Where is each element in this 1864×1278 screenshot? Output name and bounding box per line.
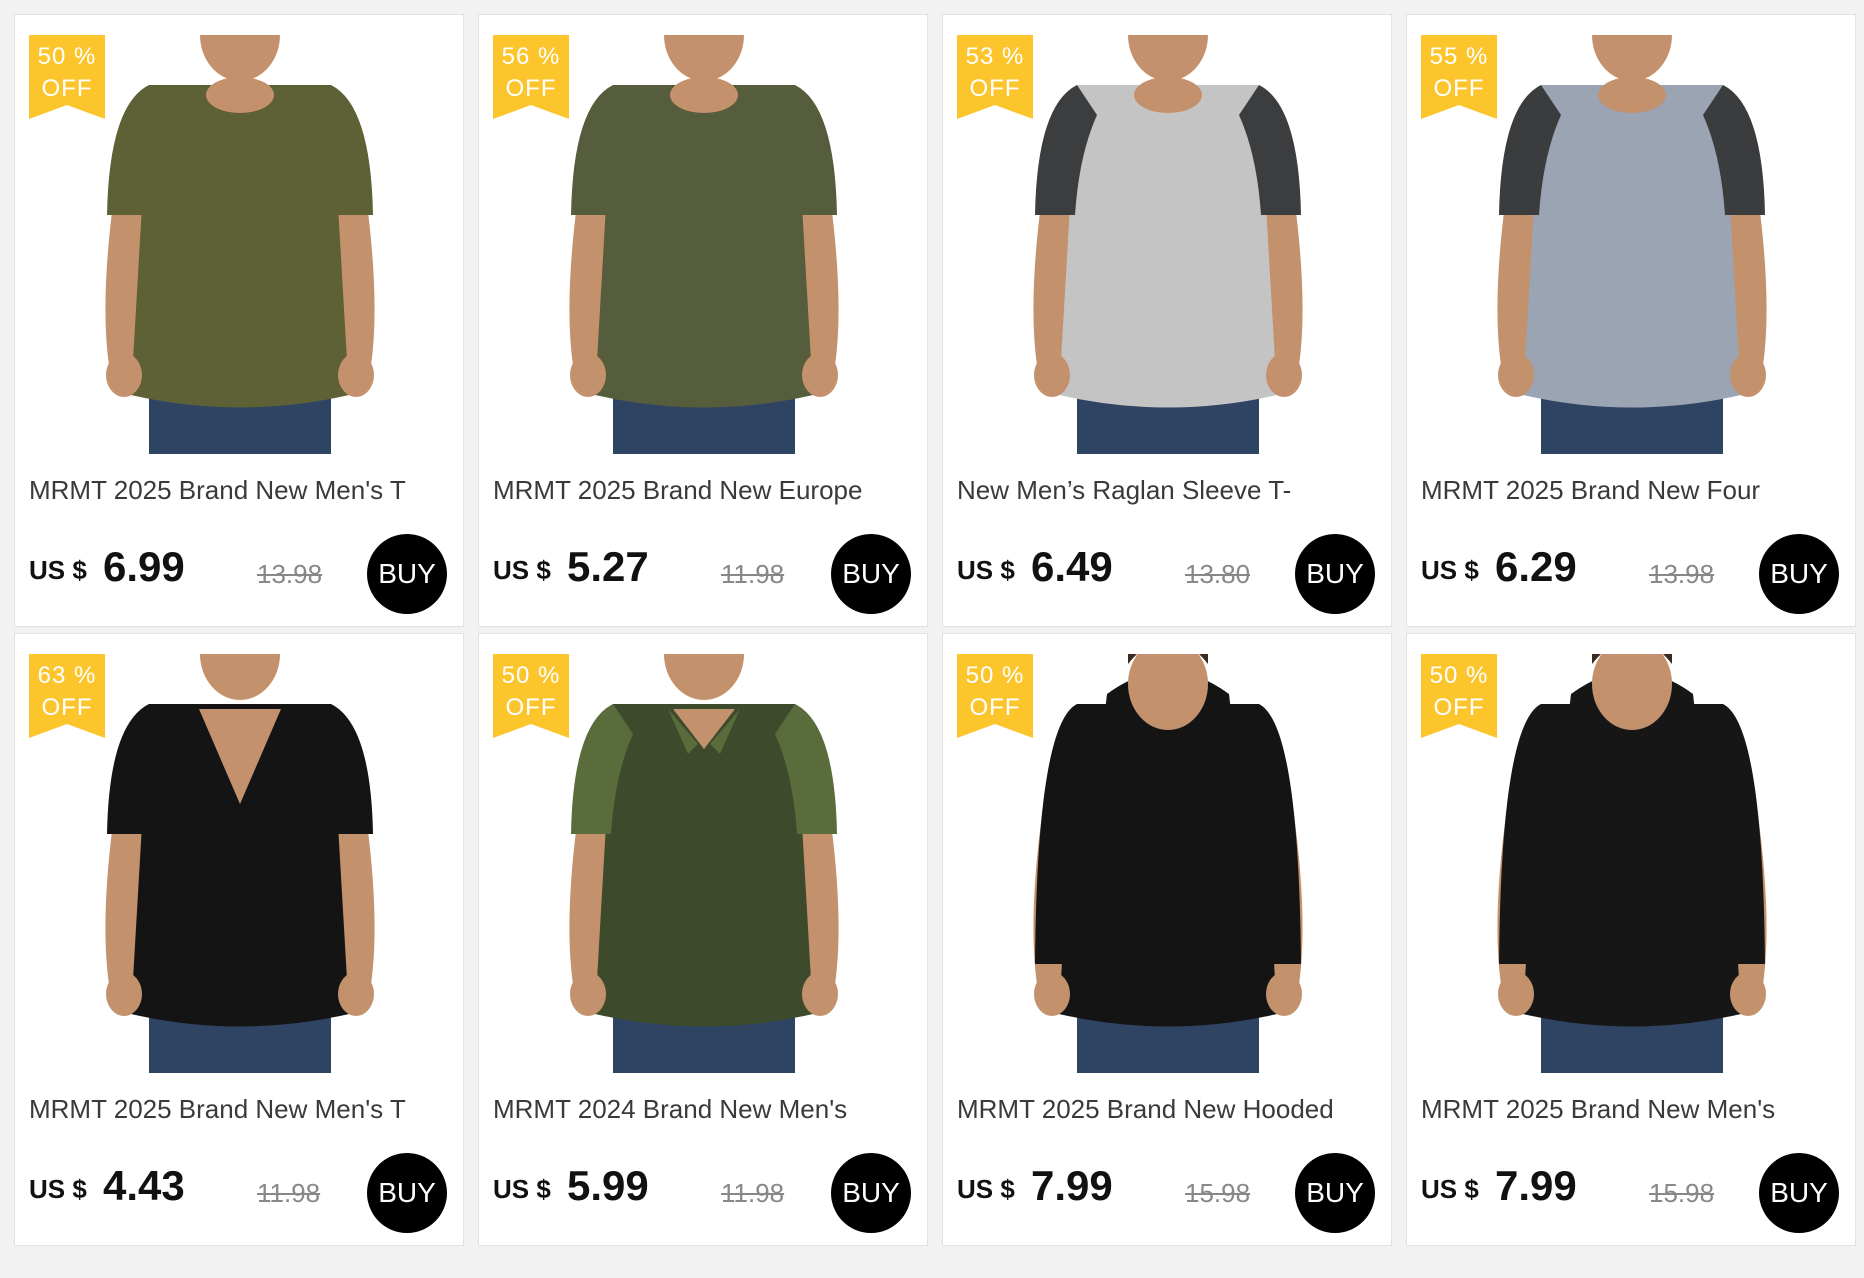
buy-button[interactable]: BUY (1759, 1153, 1839, 1233)
product-card-2[interactable]: 56 % OFF MRMT 2025 Brand New Europe US $… (478, 14, 928, 627)
original-price: 11.98 (721, 1178, 785, 1208)
price-currency: US $ (29, 555, 87, 585)
product-title[interactable]: MRMT 2024 Brand New Men's (493, 1094, 915, 1125)
product-card-5[interactable]: 63 % OFF MRMT 2025 Brand New Men's T US … (14, 633, 464, 1246)
original-price: 13.98 (1649, 559, 1715, 589)
discount-percent: 50 % (1429, 662, 1489, 689)
discount-off-label: OFF (41, 694, 93, 721)
price-currency: US $ (493, 1174, 551, 1204)
buy-button[interactable]: BUY (1759, 534, 1839, 614)
discount-off-label: OFF (1433, 75, 1485, 102)
product-price: 5.99 (567, 1162, 649, 1209)
discount-badge: 50 % OFF (29, 35, 105, 119)
discount-percent: 63 % (37, 662, 97, 689)
discount-percent: 50 % (37, 43, 97, 70)
discount-percent: 55 % (1429, 43, 1489, 70)
discount-badge: 50 % OFF (493, 654, 569, 738)
product-card-1[interactable]: 50 % OFF MRMT 2025 Brand New Men's T US … (14, 14, 464, 627)
product-card-3[interactable]: 53 % OFF New Men’s Raglan Sleeve T- US $… (942, 14, 1392, 627)
price-currency: US $ (957, 555, 1015, 585)
product-price: 6.99 (103, 543, 185, 590)
product-price: 4.43 (103, 1162, 185, 1209)
buy-button[interactable]: BUY (831, 1153, 911, 1233)
buy-button[interactable]: BUY (831, 534, 911, 614)
product-price: 7.99 (1495, 1162, 1577, 1209)
discount-badge: 50 % OFF (1421, 654, 1497, 738)
product-card-8[interactable]: 50 % OFF MRMT 2025 Brand New Men's US $ … (1406, 633, 1856, 1246)
discount-percent: 50 % (965, 662, 1025, 689)
original-price: 11.98 (257, 1178, 321, 1208)
price-currency: US $ (1421, 1174, 1479, 1204)
product-card-7[interactable]: 50 % OFF MRMT 2025 Brand New Hooded US $… (942, 633, 1392, 1246)
buy-button[interactable]: BUY (1295, 1153, 1375, 1233)
product-price: 7.99 (1031, 1162, 1113, 1209)
discount-off-label: OFF (969, 694, 1021, 721)
discount-badge: 50 % OFF (957, 654, 1033, 738)
discount-off-label: OFF (969, 75, 1021, 102)
price-currency: US $ (493, 555, 551, 585)
product-price: 5.27 (567, 543, 649, 590)
price-currency: US $ (1421, 555, 1479, 585)
product-grid: 50 % OFF MRMT 2025 Brand New Men's T US … (14, 14, 1856, 1246)
price-currency: US $ (29, 1174, 87, 1204)
discount-badge: 55 % OFF (1421, 35, 1497, 119)
product-title[interactable]: MRMT 2025 Brand New Europe (493, 475, 915, 506)
discount-badge: 63 % OFF (29, 654, 105, 738)
product-title[interactable]: MRMT 2025 Brand New Men's T (29, 475, 451, 506)
discount-off-label: OFF (41, 75, 93, 102)
original-price: 11.98 (721, 559, 785, 589)
product-title[interactable]: MRMT 2025 Brand New Hooded (957, 1094, 1379, 1125)
discount-off-label: OFF (1433, 694, 1485, 721)
product-title[interactable]: MRMT 2025 Brand New Men's (1421, 1094, 1843, 1125)
original-price: 13.98 (257, 559, 323, 589)
discount-percent: 56 % (501, 43, 561, 70)
original-price: 15.98 (1649, 1178, 1715, 1208)
product-price: 6.49 (1031, 543, 1113, 590)
product-price: 6.29 (1495, 543, 1577, 590)
product-title[interactable]: New Men’s Raglan Sleeve T- (957, 475, 1379, 506)
price-currency: US $ (957, 1174, 1015, 1204)
discount-percent: 50 % (501, 662, 561, 689)
original-price: 15.98 (1185, 1178, 1251, 1208)
original-price: 13.80 (1185, 559, 1251, 589)
discount-percent: 53 % (965, 43, 1025, 70)
product-title[interactable]: MRMT 2025 Brand New Four (1421, 475, 1843, 506)
buy-button[interactable]: BUY (367, 1153, 447, 1233)
discount-off-label: OFF (505, 75, 557, 102)
discount-off-label: OFF (505, 694, 557, 721)
buy-button[interactable]: BUY (1295, 534, 1375, 614)
buy-button[interactable]: BUY (367, 534, 447, 614)
product-title[interactable]: MRMT 2025 Brand New Men's T (29, 1094, 451, 1125)
discount-badge: 56 % OFF (493, 35, 569, 119)
discount-badge: 53 % OFF (957, 35, 1033, 119)
product-card-6[interactable]: 50 % OFF MRMT 2024 Brand New Men's US $ … (478, 633, 928, 1246)
product-card-4[interactable]: 55 % OFF MRMT 2025 Brand New Four US $ 6… (1406, 14, 1856, 627)
